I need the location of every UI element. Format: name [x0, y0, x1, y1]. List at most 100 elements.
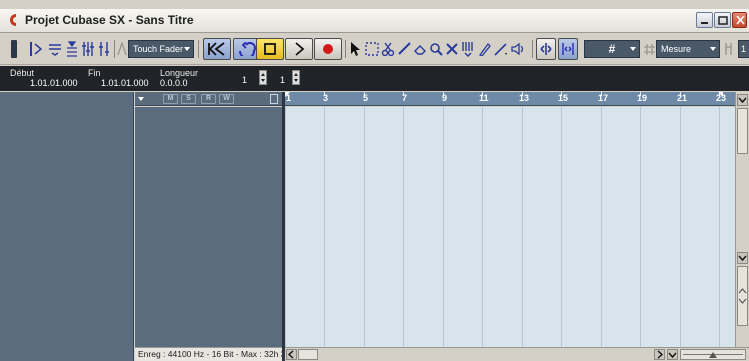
scrub-tool[interactable] — [510, 39, 528, 59]
stop-icon — [264, 43, 276, 55]
scroll-down-button[interactable] — [737, 252, 748, 264]
stop-button[interactable] — [256, 38, 284, 60]
bar-grid-line — [719, 107, 720, 347]
chevron-down-icon — [738, 255, 747, 262]
play-button[interactable] — [285, 38, 313, 60]
field-b-value[interactable]: 1 — [280, 75, 285, 85]
global-solo-button[interactable]: S — [181, 94, 196, 104]
inspector-panel — [0, 92, 134, 361]
show-overview-button[interactable] — [47, 39, 63, 59]
line-icon — [494, 43, 507, 56]
horizontal-scroll-thumb[interactable] — [298, 349, 318, 360]
field-a-spinner[interactable] — [259, 70, 267, 85]
zoom-menu-button[interactable] — [667, 349, 678, 360]
bar-grid-line — [403, 107, 404, 347]
snap-type-dropdown[interactable]: # — [584, 40, 640, 58]
automation-button[interactable] — [97, 39, 111, 59]
range-selection-tool[interactable] — [364, 39, 380, 59]
ruler-mark: 1 — [286, 93, 292, 103]
ruler-mark: 19 — [637, 93, 648, 103]
go-to-start-button[interactable] — [203, 38, 231, 60]
inspector-icon — [11, 40, 17, 58]
mute-x-icon — [446, 43, 458, 55]
pool-icon — [67, 41, 77, 57]
horizontal-scrollbar[interactable] — [285, 347, 749, 361]
bar-grid-line — [680, 107, 681, 347]
mute-tool[interactable] — [444, 39, 460, 59]
glue-tube-icon — [398, 42, 411, 55]
length-value[interactable]: 0.0.0.0 — [160, 78, 188, 88]
record-icon — [323, 44, 333, 54]
vertical-scroll-thumb[interactable] — [737, 108, 748, 154]
project-toolbar: Touch Fader # Mesure 1 — [0, 34, 749, 65]
go-to-start-icon — [208, 42, 225, 56]
field-b-spinner[interactable] — [292, 70, 300, 85]
autoscroll-icon — [540, 43, 552, 55]
range-select-icon — [365, 42, 379, 56]
ruler-mark: 11 — [479, 93, 489, 103]
global-write-button[interactable]: W — [219, 94, 234, 104]
quantize-dropdown[interactable]: Mesure — [656, 40, 720, 58]
speaker-icon — [511, 42, 524, 56]
chevron-left-icon — [287, 350, 294, 359]
window-title: Projet Cubase SX - Sans Titre — [25, 13, 194, 27]
show-event-infoline-button[interactable] — [28, 39, 46, 59]
ruler-mark: 5 — [363, 93, 369, 103]
vertical-scrollbar[interactable] — [735, 92, 749, 347]
end-value[interactable]: 1.01.01.000 — [101, 78, 149, 88]
chevron-down-icon — [630, 47, 636, 51]
ruler-tick — [285, 92, 286, 96]
minimize-button[interactable] — [696, 12, 713, 28]
track-width-toggle[interactable] — [270, 94, 278, 104]
right-locator-marker[interactable] — [718, 92, 723, 97]
ruler[interactable]: 1 3 5 7 9 11 13 15 17 19 21 23 — [285, 92, 735, 106]
mixer-button[interactable] — [80, 39, 96, 59]
inspector-toggle[interactable] — [10, 39, 18, 59]
glue-tool[interactable] — [396, 39, 412, 59]
chevron-right-icon — [657, 350, 664, 359]
global-read-button[interactable]: R — [201, 94, 216, 104]
start-value[interactable]: 1.01.01.000 — [30, 78, 78, 88]
time-warp-tool[interactable] — [460, 39, 476, 59]
scroll-right-button[interactable] — [654, 349, 665, 360]
autoscroll-button[interactable] — [536, 38, 556, 60]
bar-grid-line — [443, 107, 444, 347]
vertical-zoom-menu-button[interactable] — [737, 94, 748, 106]
event-display[interactable] — [285, 107, 735, 347]
zoom-tool[interactable] — [428, 39, 444, 59]
global-mute-button[interactable]: M — [163, 94, 178, 104]
line-tool[interactable] — [492, 39, 510, 59]
play-icon — [295, 42, 305, 56]
toolbar-separator — [198, 40, 199, 58]
pool-button[interactable] — [64, 39, 80, 59]
cubase-logo-icon — [10, 14, 16, 26]
field-a-value[interactable]: 1 — [242, 75, 247, 85]
close-button[interactable] — [732, 12, 747, 28]
maximize-button[interactable] — [714, 12, 731, 28]
ruler-mark: 9 — [442, 93, 448, 103]
bar-grid-line — [324, 107, 325, 347]
draw-tool[interactable] — [476, 39, 492, 59]
zoom-slider-handle-icon — [738, 288, 747, 304]
quantize-icon — [722, 39, 736, 59]
toolbar-separator — [345, 40, 346, 58]
track-list-area[interactable] — [135, 107, 282, 347]
horizontal-zoom-slider[interactable] — [680, 349, 746, 360]
snap-button[interactable] — [558, 38, 578, 60]
automation-mode-dropdown[interactable]: Touch Fader — [128, 40, 194, 58]
erase-tool[interactable] — [412, 39, 428, 59]
title-bar[interactable]: Projet Cubase SX - Sans Titre — [0, 9, 749, 33]
event-infoline: Début 1.01.01.000 Fin 1.01.01.000 Longue… — [0, 66, 749, 91]
pencil-icon — [479, 43, 491, 56]
object-selection-tool[interactable] — [348, 39, 364, 59]
vertical-zoom-slider[interactable] — [737, 266, 748, 326]
quantize-amount-field[interactable]: 1 — [738, 40, 749, 58]
bar-grid-line — [561, 107, 562, 347]
scroll-left-button[interactable] — [286, 349, 297, 360]
split-tool[interactable] — [380, 39, 396, 59]
chevron-down-icon — [710, 47, 716, 51]
add-track-dropdown-icon[interactable] — [138, 97, 144, 101]
status-bar: Enreg : 44100 Hz - 16 Bit - Max : 32h 3 — [135, 347, 285, 361]
magnifier-icon — [430, 43, 443, 56]
record-button[interactable] — [314, 38, 342, 60]
